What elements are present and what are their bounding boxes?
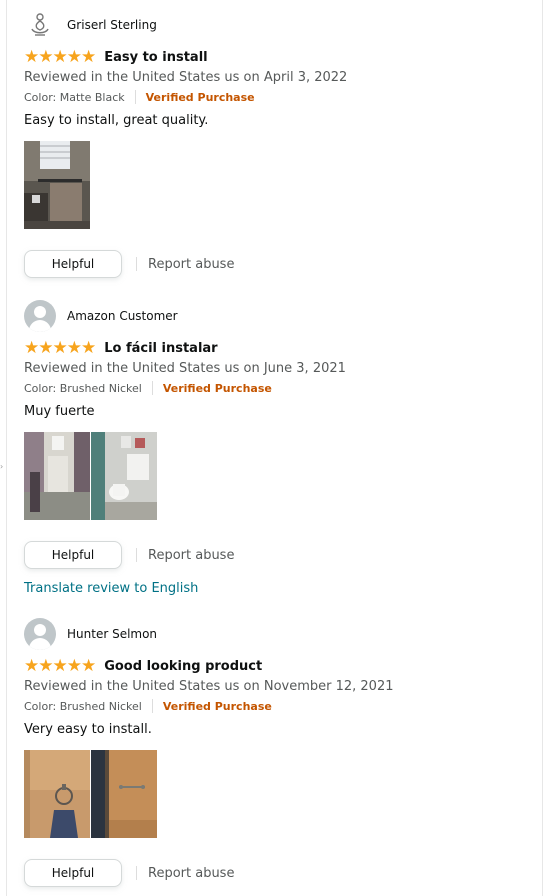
review-3: Hunter Selmon ★★★★★ Good looking product… xyxy=(24,618,524,888)
review-actions: Helpful Report abuse xyxy=(24,858,524,888)
review-date: Reviewed in the United States us on Apri… xyxy=(24,70,348,85)
review-title[interactable]: Lo fácil instalar xyxy=(104,341,217,356)
meta-divider xyxy=(151,381,153,395)
verified-purchase-badge[interactable]: Verified Purchase xyxy=(163,382,272,395)
right-border xyxy=(542,0,543,896)
action-divider xyxy=(136,866,137,880)
review-title-row: ★★★★★ Lo fácil instalar xyxy=(24,339,524,357)
reviewer-name[interactable]: Griserl Sterling xyxy=(67,18,157,32)
review-image-thumbnail[interactable] xyxy=(24,750,90,838)
review-actions: Helpful Report abuse xyxy=(24,540,524,570)
default-avatar-icon xyxy=(24,300,56,332)
review-title-row: ★★★★★ Good looking product xyxy=(24,657,524,675)
verified-purchase-badge[interactable]: Verified Purchase xyxy=(163,700,272,713)
reviewer-profile[interactable]: Griserl Sterling xyxy=(24,9,524,41)
verified-purchase-badge[interactable]: Verified Purchase xyxy=(146,91,255,104)
action-divider xyxy=(136,548,137,562)
review-image-thumbnail[interactable] xyxy=(91,432,157,520)
review-image-thumbnail[interactable] xyxy=(24,141,90,229)
five-star-rating-icon[interactable]: ★★★★★ xyxy=(24,339,96,357)
review-images xyxy=(24,141,524,229)
review-meta: Color: Matte Black Verified Purchase xyxy=(24,89,524,105)
review-image-thumbnail[interactable] xyxy=(91,750,157,838)
five-star-rating-icon[interactable]: ★★★★★ xyxy=(24,657,96,675)
reviewer-profile[interactable]: Hunter Selmon xyxy=(24,618,524,650)
helpful-button[interactable]: Helpful xyxy=(24,250,122,278)
review-meta: Color: Brushed Nickel Verified Purchase xyxy=(24,698,524,714)
review-title[interactable]: Easy to install xyxy=(104,50,207,65)
review-1: Griserl Sterling ★★★★★ Easy to install R… xyxy=(24,9,524,279)
review-image-thumbnail[interactable] xyxy=(24,432,90,520)
product-color[interactable]: Color: Brushed Nickel xyxy=(24,700,142,713)
side-expand-arrow-icon[interactable]: › xyxy=(0,462,3,471)
product-color[interactable]: Color: Matte Black xyxy=(24,91,125,104)
left-border xyxy=(6,0,7,896)
review-body: Muy fuerte xyxy=(24,404,95,419)
product-color[interactable]: Color: Brushed Nickel xyxy=(24,382,142,395)
default-avatar-icon xyxy=(24,618,56,650)
review-images xyxy=(24,432,524,520)
helpful-button[interactable]: Helpful xyxy=(24,541,122,569)
reviewer-name[interactable]: Hunter Selmon xyxy=(67,627,157,641)
action-divider xyxy=(136,257,137,271)
review-title[interactable]: Good looking product xyxy=(104,659,262,674)
review-date: Reviewed in the United States us on Nove… xyxy=(24,679,394,694)
helpful-button[interactable]: Helpful xyxy=(24,859,122,887)
report-abuse-link[interactable]: Report abuse xyxy=(148,548,234,563)
review-images xyxy=(24,750,524,838)
review-body: Easy to install, great quality. xyxy=(24,113,209,128)
reviewer-profile[interactable]: Amazon Customer xyxy=(24,300,524,332)
review-body: Very easy to install. xyxy=(24,722,152,737)
reviewer-name[interactable]: Amazon Customer xyxy=(67,309,178,323)
review-date: Reviewed in the United States us on June… xyxy=(24,361,346,376)
report-abuse-link[interactable]: Report abuse xyxy=(148,866,234,881)
meta-divider xyxy=(151,699,153,713)
review-meta: Color: Brushed Nickel Verified Purchase xyxy=(24,380,524,396)
meta-divider xyxy=(134,90,136,104)
five-star-rating-icon[interactable]: ★★★★★ xyxy=(24,48,96,66)
report-abuse-link[interactable]: Report abuse xyxy=(148,257,234,272)
translate-review-link[interactable]: Translate review to English xyxy=(24,580,524,598)
lotus-avatar-icon xyxy=(24,9,56,41)
review-title-row: ★★★★★ Easy to install xyxy=(24,48,524,66)
review-actions: Helpful Report abuse xyxy=(24,249,524,279)
review-2: Amazon Customer ★★★★★ Lo fácil instalar … xyxy=(24,300,524,598)
